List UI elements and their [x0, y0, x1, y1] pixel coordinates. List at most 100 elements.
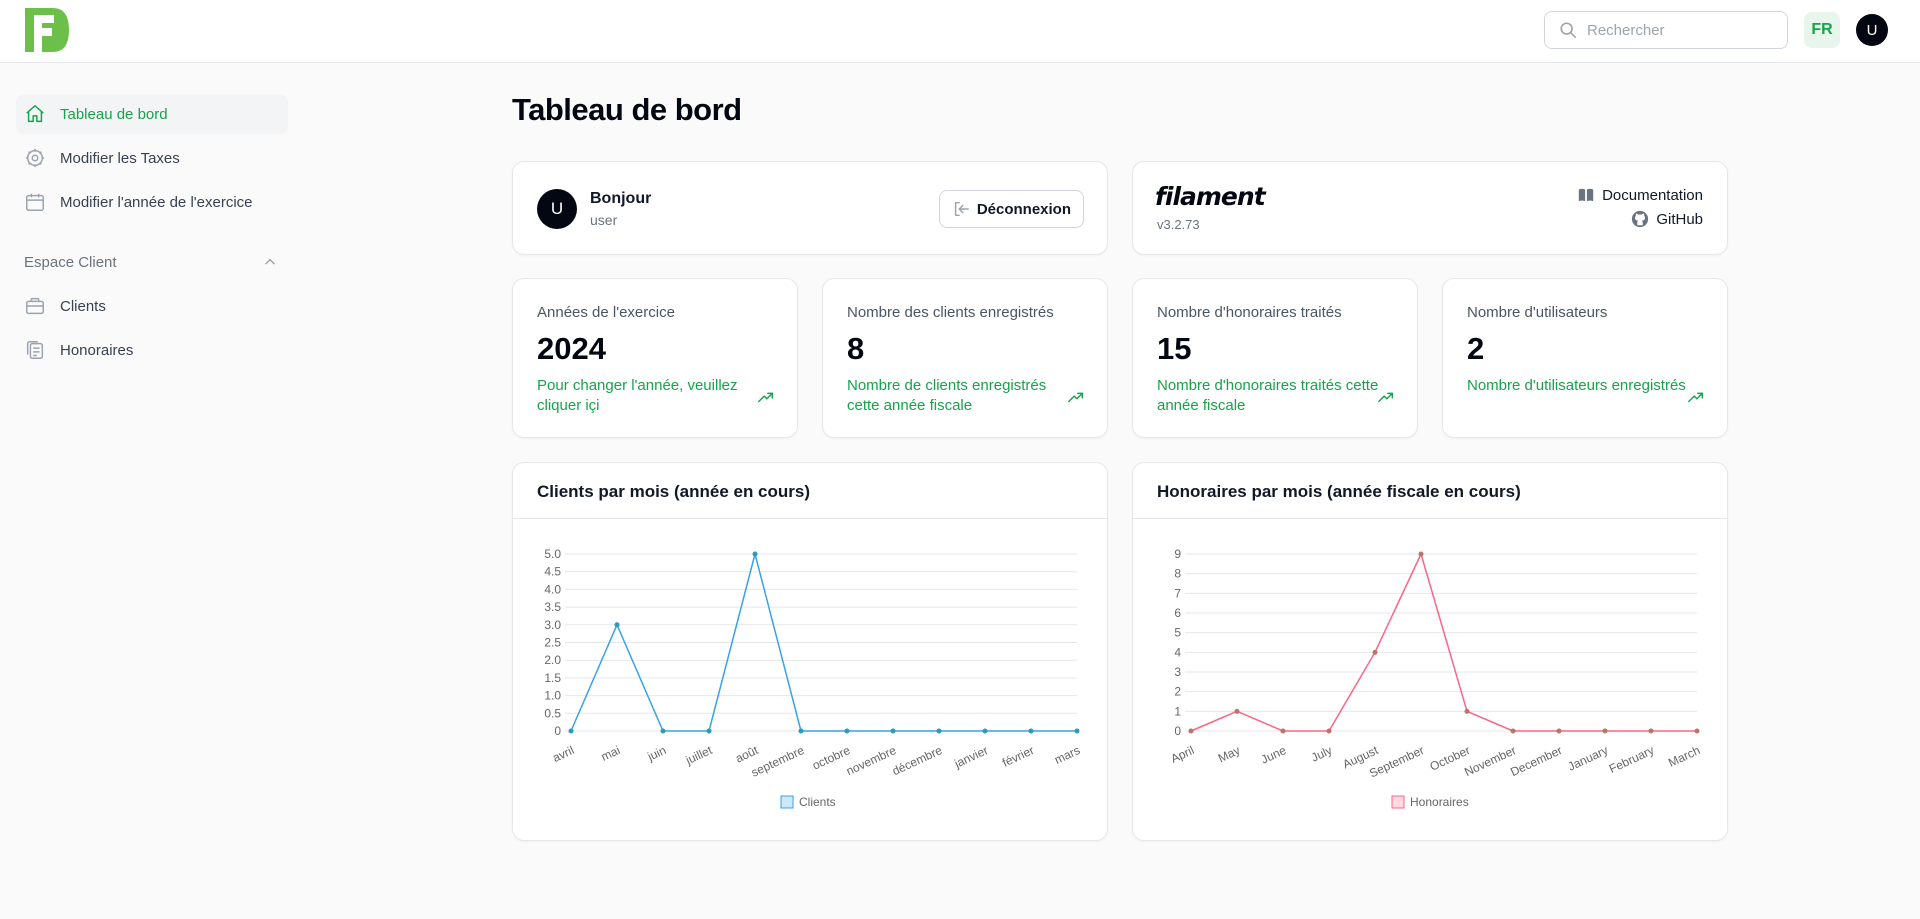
sidebar-item-taxes[interactable]: Modifier les Taxes	[16, 138, 288, 178]
account-widget: U Bonjour user Déconnexion	[512, 161, 1108, 255]
data-point	[706, 728, 712, 734]
sidebar-item-label: Modifier l'année de l'exercice	[60, 193, 253, 211]
data-point	[1074, 728, 1080, 734]
x-tick-label: June	[1259, 743, 1289, 767]
sidebar-item-label: Clients	[60, 297, 106, 315]
stat-card-users: Nombre d'utilisateurs 2 Nombre d'utilisa…	[1442, 278, 1728, 438]
data-point	[798, 728, 804, 734]
github-label: GitHub	[1656, 210, 1703, 228]
github-link[interactable]: GitHub	[1631, 210, 1703, 228]
logout-label: Déconnexion	[976, 200, 1071, 218]
data-point	[1510, 728, 1516, 734]
home-icon	[26, 105, 44, 123]
x-tick-label: mars	[1052, 743, 1082, 767]
data-point	[752, 551, 758, 557]
trending-up-icon	[1688, 392, 1704, 403]
stat-label: Années de l'exercice	[537, 304, 675, 321]
sidebar-item-label: Modifier les Taxes	[60, 149, 180, 167]
data-point	[844, 728, 850, 734]
x-tick-label: décembre	[890, 743, 945, 778]
honoraires-chart-widget: Honoraires par mois (année fiscale en co…	[1132, 462, 1728, 841]
y-tick-label: 4.0	[544, 582, 561, 596]
y-tick-label: 2	[1174, 685, 1181, 699]
briefcase-icon	[26, 297, 44, 315]
clipboard-copy-icon	[26, 341, 44, 359]
stat-description: Nombre de clients enregistrés cette anné…	[847, 377, 1047, 414]
y-tick-label: 2.0	[544, 653, 561, 667]
data-point	[1602, 728, 1608, 734]
x-tick-label: July	[1309, 743, 1334, 765]
trending-up-icon	[758, 392, 774, 403]
sidebar-item-label: Tableau de bord	[60, 105, 168, 123]
avatar: U	[537, 189, 577, 229]
data-point	[568, 728, 574, 734]
chart-header: Clients par mois (année en cours)	[513, 463, 1107, 519]
stat-card-fiscal-year[interactable]: Années de l'exercice 2024 Pour changer l…	[512, 278, 798, 438]
sidebar-group-label: Espace Client	[24, 253, 117, 271]
sidebar: Tableau de bord Modifier les Taxes Modif…	[16, 94, 288, 374]
stat-value: 2024	[537, 331, 606, 366]
username: user	[590, 212, 618, 228]
data-point	[1280, 728, 1286, 734]
data-point	[1188, 728, 1194, 734]
search-input[interactable]	[1587, 21, 1767, 39]
x-tick-label: janvier	[951, 743, 990, 771]
data-point	[614, 622, 620, 628]
search-box[interactable]	[1544, 11, 1788, 49]
sidebar-item-fiscal-year[interactable]: Modifier l'année de l'exercice	[16, 182, 288, 222]
cog-icon	[25, 148, 45, 168]
chevron-up-icon[interactable]	[262, 254, 278, 270]
search-icon	[1560, 22, 1577, 39]
y-tick-label: 1.5	[544, 671, 561, 685]
stat-label: Nombre d'utilisateurs	[1467, 304, 1608, 321]
legend-swatch	[1391, 795, 1405, 809]
book-open-icon	[1578, 188, 1594, 202]
logout-button[interactable]: Déconnexion	[938, 190, 1084, 228]
series-line	[1190, 551, 1697, 732]
data-point	[1556, 728, 1562, 734]
stat-label: Nombre des clients enregistrés	[847, 304, 1054, 321]
data-point	[1234, 708, 1240, 714]
y-tick-label: 5.0	[544, 547, 561, 561]
y-tick-label: 6	[1174, 606, 1181, 620]
chart-title: Honoraires par mois (année fiscale en co…	[1157, 482, 1521, 501]
filament-version: v3.2.73	[1157, 217, 1200, 232]
logout-icon	[954, 201, 969, 217]
data-point	[660, 728, 666, 734]
y-tick-label: 1	[1174, 704, 1181, 718]
y-tick-label: 0.5	[544, 706, 561, 720]
stat-value: 15	[1157, 331, 1192, 366]
x-tick-label: January	[1566, 743, 1611, 774]
data-point	[1372, 649, 1378, 655]
x-tick-label: novembre	[844, 743, 899, 778]
chart-title: Clients par mois (année en cours)	[537, 482, 811, 501]
y-tick-label: 5	[1174, 626, 1181, 640]
x-tick-label: juin	[645, 743, 669, 764]
x-tick-label: septembre	[749, 743, 807, 780]
stat-label: Nombre d'honoraires traités	[1157, 304, 1342, 321]
trending-up-icon	[1068, 392, 1084, 403]
data-point	[1326, 728, 1332, 734]
x-tick-label: février	[1000, 743, 1036, 770]
sidebar-item-honoraires[interactable]: Honoraires	[16, 330, 288, 370]
sidebar-group-espace-client[interactable]: Espace Client	[16, 242, 288, 282]
language-switcher[interactable]: FR	[1804, 12, 1840, 48]
user-avatar[interactable]: U	[1856, 14, 1888, 46]
y-tick-label: 9	[1174, 547, 1181, 561]
filament-logo[interactable]	[23, 6, 71, 54]
y-tick-label: 4.5	[544, 565, 561, 579]
documentation-link[interactable]: Documentation	[1577, 186, 1703, 204]
stat-card-clients: Nombre des clients enregistrés 8 Nombre …	[822, 278, 1108, 438]
stat-description: Nombre d'utilisateurs enregistrés	[1467, 377, 1686, 394]
honoraires-line-chart: 0123456789April May June July AugustSeptembe…	[1169, 547, 1703, 809]
sidebar-item-label: Honoraires	[60, 341, 134, 359]
sidebar-item-dashboard[interactable]: Tableau de bord	[16, 94, 288, 134]
y-tick-label: 1.0	[544, 689, 561, 703]
legend-label: Honoraires	[1410, 795, 1469, 809]
y-tick-label: 3	[1174, 665, 1181, 679]
data-point	[1464, 708, 1470, 714]
y-tick-label: 8	[1174, 567, 1181, 581]
x-tick-label: April	[1169, 743, 1197, 766]
sidebar-item-clients[interactable]: Clients	[16, 286, 288, 326]
x-tick-label: November	[1462, 743, 1518, 779]
